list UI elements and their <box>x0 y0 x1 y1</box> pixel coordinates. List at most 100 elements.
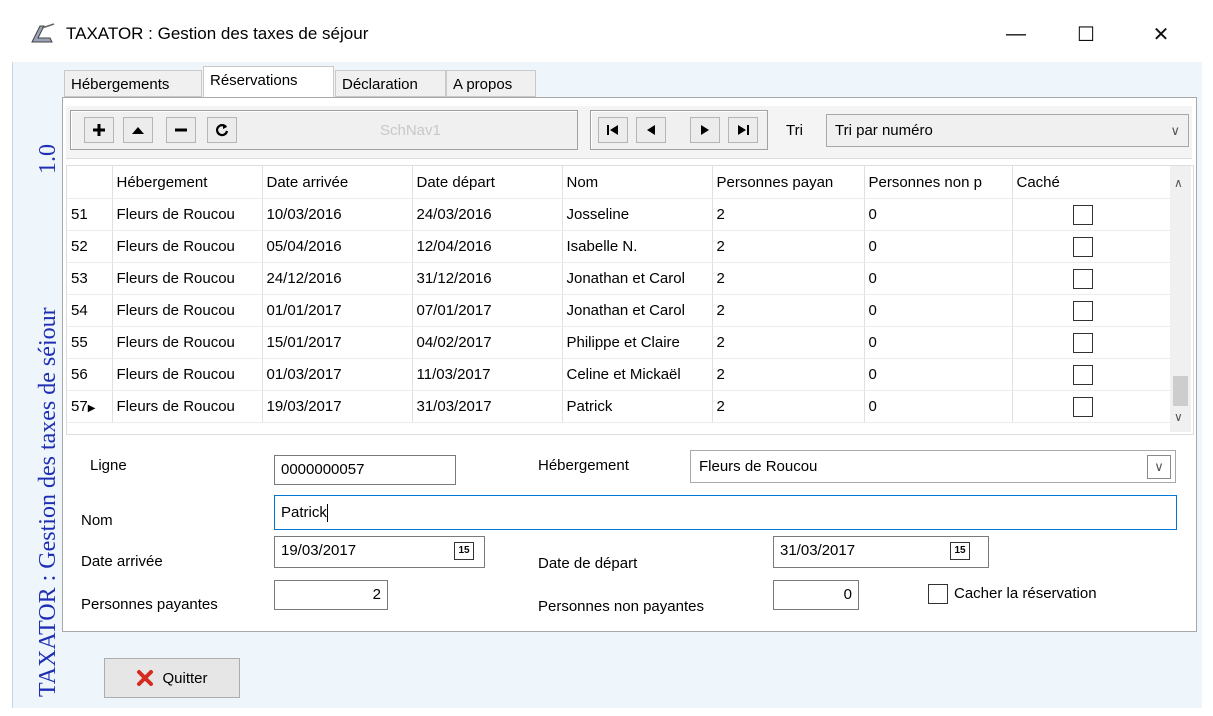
cell-date-depart[interactable]: 31/12/2016 <box>412 262 563 295</box>
grid-header[interactable]: Personnes non p <box>864 166 1013 199</box>
refresh-button[interactable] <box>207 117 237 143</box>
cell-hebergement[interactable]: Fleurs de Roucou <box>112 326 263 359</box>
non-payantes-field[interactable]: 0 <box>773 580 859 610</box>
calendar-icon[interactable]: 15 <box>950 542 970 560</box>
hidden-checkbox[interactable] <box>1072 300 1093 321</box>
cell-non-payantes[interactable]: 0 <box>864 294 1013 327</box>
cell-date-arrivee[interactable]: 24/12/2016 <box>262 262 413 295</box>
cell-payantes[interactable]: 2 <box>712 326 865 359</box>
tab-hebergements[interactable]: Hébergements <box>64 70 202 97</box>
cell-nom[interactable]: Philippe et Claire <box>562 326 713 359</box>
cell-hebergement[interactable]: Fleurs de Roucou <box>112 390 263 423</box>
cell-date-arrivee[interactable]: 15/01/2017 <box>262 326 413 359</box>
first-record-button[interactable] <box>598 117 628 143</box>
table-row[interactable]: 55 Fleurs de Roucou 15/01/2017 04/02/201… <box>67 326 1173 359</box>
scroll-up-icon[interactable]: ∧ <box>1174 176 1183 190</box>
delete-button[interactable] <box>166 117 196 143</box>
cell-date-depart[interactable]: 12/04/2016 <box>412 230 563 263</box>
hidden-checkbox[interactable] <box>1072 236 1093 257</box>
cell-payantes[interactable]: 2 <box>712 198 865 231</box>
hidden-checkbox[interactable] <box>1072 364 1093 385</box>
cell-hebergement[interactable]: Fleurs de Roucou <box>112 294 263 327</box>
cell-payantes[interactable]: 2 <box>712 358 865 391</box>
date-depart-field[interactable]: 31/03/2017 15 <box>773 536 989 568</box>
grid-header[interactable]: Personnes payan <box>712 166 865 199</box>
cell-date-arrivee[interactable]: 01/01/2017 <box>262 294 413 327</box>
cell-nom[interactable]: Josseline <box>562 198 713 231</box>
hidden-checkbox[interactable] <box>1072 268 1093 289</box>
table-row[interactable]: 51 Fleurs de Roucou 10/03/2016 24/03/201… <box>67 198 1173 231</box>
cell-non-payantes[interactable]: 0 <box>864 262 1013 295</box>
scrollbar-thumb[interactable] <box>1173 376 1188 406</box>
grid-header[interactable]: Caché <box>1012 166 1173 199</box>
ligne-label: Ligne <box>90 457 127 474</box>
cell-non-payantes[interactable]: 0 <box>864 198 1013 231</box>
next-record-button[interactable] <box>690 117 720 143</box>
cell-payantes[interactable]: 2 <box>712 390 865 423</box>
cell-payantes[interactable]: 2 <box>712 262 865 295</box>
grid-header[interactable]: Date départ <box>412 166 563 199</box>
payantes-field[interactable]: 2 <box>274 580 388 610</box>
cell-date-depart[interactable]: 11/03/2017 <box>412 358 563 391</box>
cell-date-arrivee[interactable]: 05/04/2016 <box>262 230 413 263</box>
cell-nom[interactable]: Celine et Mickaël <box>562 358 713 391</box>
cell-date-depart[interactable]: 31/03/2017 <box>412 390 563 423</box>
cell-nom[interactable]: Jonathan et Carol <box>562 262 713 295</box>
hidden-checkbox[interactable] <box>1072 396 1093 417</box>
nom-field[interactable]: Patrick <box>274 495 1177 530</box>
quit-button[interactable]: Quitter <box>104 658 240 698</box>
cell-non-payantes[interactable]: 0 <box>864 390 1013 423</box>
maximize-button[interactable]: ☐ <box>1063 14 1109 54</box>
cell-cache <box>1012 198 1173 231</box>
grid-header[interactable]: Date arrivée <box>262 166 413 199</box>
ligne-field[interactable]: 0000000057 <box>274 455 456 485</box>
cell-payantes[interactable]: 2 <box>712 294 865 327</box>
tab-a-propos[interactable]: A propos <box>446 70 536 97</box>
move-up-button[interactable] <box>123 117 153 143</box>
table-row[interactable]: 56 Fleurs de Roucou 01/03/2017 11/03/201… <box>67 358 1173 391</box>
cell-hebergement[interactable]: Fleurs de Roucou <box>112 262 263 295</box>
last-record-button[interactable] <box>728 117 758 143</box>
hebergement-select[interactable]: Fleurs de Roucou ∨ <box>690 450 1176 483</box>
table-row[interactable]: 54 Fleurs de Roucou 01/01/2017 07/01/201… <box>67 294 1173 327</box>
cell-date-depart[interactable]: 07/01/2017 <box>412 294 563 327</box>
cell-nom[interactable]: Isabelle N. <box>562 230 713 263</box>
cell-payantes[interactable]: 2 <box>712 230 865 263</box>
cell-hebergement[interactable]: Fleurs de Roucou <box>112 358 263 391</box>
date-arrivee-field[interactable]: 19/03/2017 15 <box>274 536 485 568</box>
cell-non-payantes[interactable]: 0 <box>864 230 1013 263</box>
cell-date-arrivee[interactable]: 01/03/2017 <box>262 358 413 391</box>
grid-header[interactable]: Hébergement <box>112 166 263 199</box>
cell-cache <box>1012 358 1173 391</box>
cell-nom[interactable]: Jonathan et Carol <box>562 294 713 327</box>
cell-date-depart[interactable]: 04/02/2017 <box>412 326 563 359</box>
hidden-checkbox[interactable] <box>1072 332 1093 353</box>
tab-declaration[interactable]: Déclaration <box>335 70 446 97</box>
cell-date-arrivee[interactable]: 10/03/2016 <box>262 198 413 231</box>
scroll-down-icon[interactable]: ∨ <box>1174 410 1183 424</box>
hidden-checkbox[interactable] <box>1072 204 1093 225</box>
tab-reservations[interactable]: Réservations <box>203 66 334 98</box>
cell-nom[interactable]: Patrick <box>562 390 713 423</box>
prev-record-button[interactable] <box>636 117 666 143</box>
cell-cache <box>1012 230 1173 263</box>
table-row[interactable]: 53 Fleurs de Roucou 24/12/2016 31/12/201… <box>67 262 1173 295</box>
date-depart-label: Date de départ <box>538 555 638 572</box>
cell-non-payantes[interactable]: 0 <box>864 358 1013 391</box>
cell-date-depart[interactable]: 24/03/2016 <box>412 198 563 231</box>
close-button[interactable]: ✕ <box>1138 14 1184 54</box>
minimize-button[interactable]: — <box>993 14 1039 54</box>
cell-non-payantes[interactable]: 0 <box>864 326 1013 359</box>
add-button[interactable] <box>84 117 114 143</box>
hide-reservation-label[interactable]: Cacher la réservation <box>954 585 1097 602</box>
cell-hebergement[interactable]: Fleurs de Roucou <box>112 198 263 231</box>
grid-header[interactable]: Nom <box>562 166 713 199</box>
cell-hebergement[interactable]: Fleurs de Roucou <box>112 230 263 263</box>
sort-select[interactable]: Tri par numéro ∨ <box>826 114 1189 147</box>
hide-reservation-checkbox[interactable] <box>928 584 948 604</box>
calendar-icon[interactable]: 15 <box>454 542 474 560</box>
cell-date-arrivee[interactable]: 19/03/2017 <box>262 390 413 423</box>
date-arrivee-value: 19/03/2017 <box>281 542 357 559</box>
table-row-current[interactable]: 57▶ Fleurs de Roucou 19/03/2017 31/03/20… <box>67 390 1173 423</box>
table-row[interactable]: 52 Fleurs de Roucou 05/04/2016 12/04/201… <box>67 230 1173 263</box>
